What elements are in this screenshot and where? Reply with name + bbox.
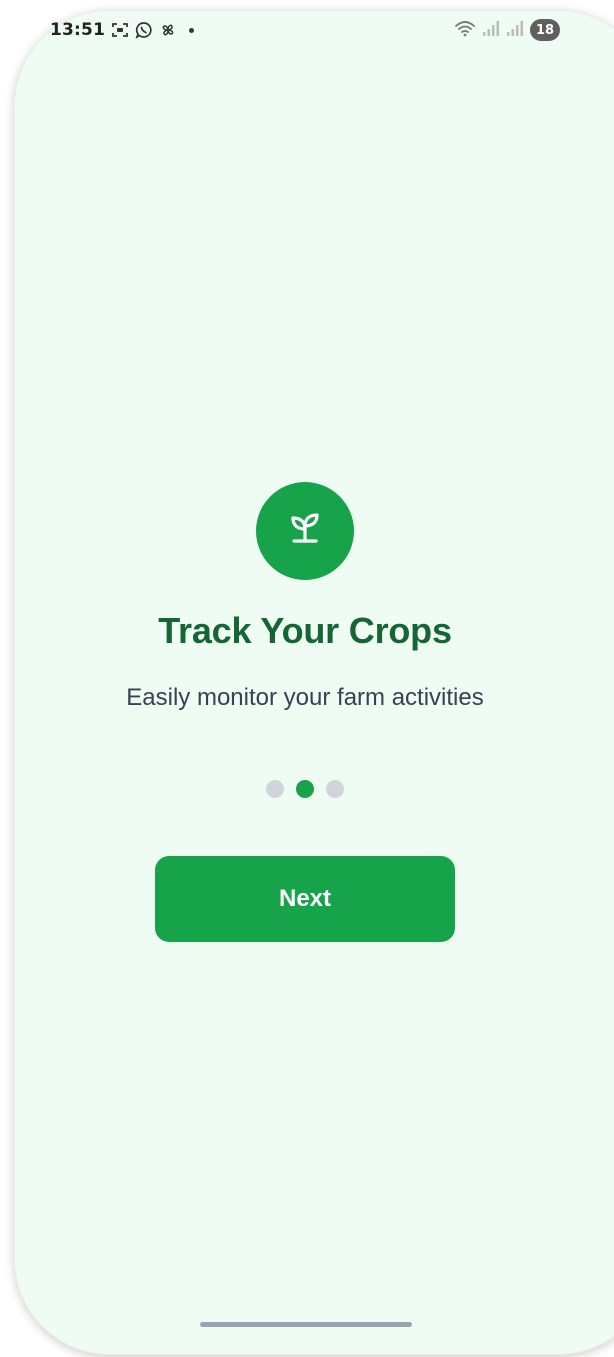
- phone-frame: [14, 10, 614, 1355]
- page-indicator: [0, 780, 610, 798]
- status-bar-right: 18: [454, 19, 560, 42]
- screen: 13:51 18 Track Your Crops Easily monitor…: [0, 0, 614, 1357]
- status-bar-left: 13:51: [50, 20, 195, 40]
- page-dot[interactable]: [326, 780, 344, 798]
- onboarding-subtitle: Easily monitor your farm activities: [126, 684, 484, 711]
- signal-icon: [482, 19, 500, 42]
- app-logo: [256, 482, 354, 580]
- signal-icon-2: [506, 19, 524, 42]
- status-bar: 13:51 18: [50, 16, 560, 44]
- whatsapp-icon: [135, 21, 153, 39]
- battery-indicator: 18: [530, 19, 560, 41]
- notification-dot: [189, 27, 195, 33]
- pinwheel-icon: [159, 21, 177, 39]
- onboarding-title: Track Your Crops: [158, 610, 452, 651]
- wifi-icon: [454, 19, 476, 42]
- home-indicator[interactable]: [200, 1322, 412, 1327]
- screenshot-icon: [111, 21, 129, 39]
- next-button[interactable]: Next: [155, 856, 455, 942]
- page-dot-active[interactable]: [296, 780, 314, 798]
- sprout-icon: [283, 507, 327, 556]
- status-time: 13:51: [50, 20, 106, 40]
- page-dot[interactable]: [266, 780, 284, 798]
